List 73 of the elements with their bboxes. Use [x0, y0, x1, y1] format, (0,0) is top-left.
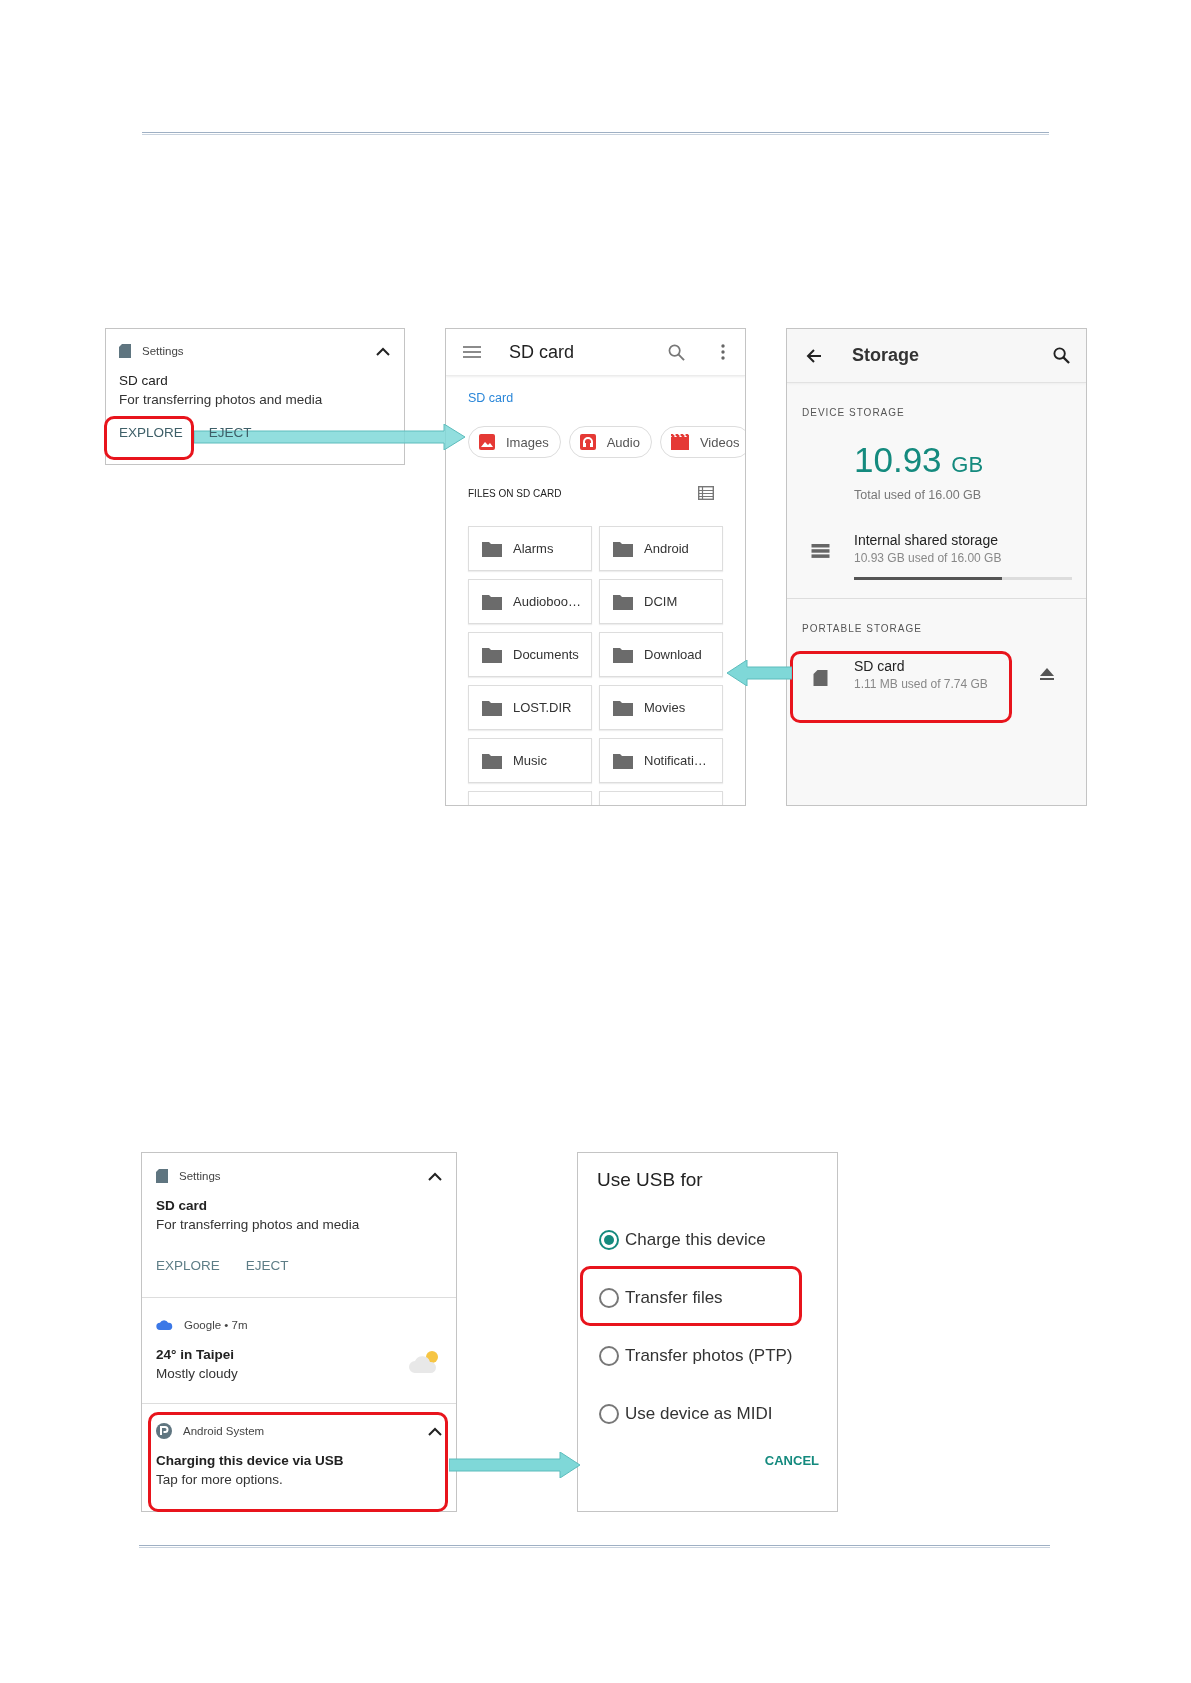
storage-title[interactable]: SD card	[854, 658, 1040, 674]
radio-option[interactable]: Charge this device	[597, 1211, 819, 1269]
category-chip[interactable]: Images	[468, 426, 561, 458]
notification-text: Mostly cloudy	[156, 1366, 238, 1381]
radio-option[interactable]: Transfer files	[597, 1269, 819, 1327]
cancel-button[interactable]: CANCEL	[764, 1453, 819, 1468]
clapperboard-icon	[670, 434, 689, 450]
folder-icon	[613, 646, 633, 663]
screen-title: SD card	[509, 341, 575, 363]
image-icon	[479, 434, 495, 450]
system-icon	[156, 1423, 172, 1439]
storage-title[interactable]: Internal shared storage	[854, 532, 1086, 548]
collapse-chevron-icon[interactable]	[376, 346, 390, 356]
folder-tile[interactable]: DCIM	[599, 579, 723, 624]
breadcrumb-link[interactable]: SD card	[468, 391, 514, 405]
app-name: Google • 7m	[184, 1319, 248, 1331]
sd-card-icon	[119, 344, 131, 358]
folder-tile[interactable]: Download	[599, 632, 723, 677]
notification-text: Tap for more options.	[156, 1472, 284, 1487]
app-name: Settings	[179, 1170, 221, 1182]
notification-title: SD card	[156, 1198, 209, 1213]
app-name: Android System	[183, 1425, 265, 1437]
folder-icon	[482, 752, 502, 769]
storage-detail: 1.11 MB used of 7.74 GB	[854, 677, 989, 691]
storage-detail: 10.93 GB used of 16.00 GB	[854, 551, 1003, 565]
notification-text: For transferring photos and media	[119, 392, 324, 407]
notification-title: 24° in Taipei	[156, 1347, 235, 1362]
collapse-chevron-icon[interactable]	[428, 1426, 442, 1436]
arrow	[726, 660, 792, 686]
back-arrow-icon[interactable]	[806, 347, 822, 364]
category-chip[interactable]: Videos	[659, 426, 745, 458]
category-chip[interactable]: Audio	[568, 426, 652, 458]
folder-icon	[482, 593, 502, 610]
folder-icon	[482, 699, 502, 716]
radio-option[interactable]: Use device as MIDI	[597, 1385, 819, 1443]
folder-icon	[482, 646, 502, 663]
used-storage-value: 10.93 GB	[854, 440, 985, 480]
section-header: DEVICE STORAGE	[802, 407, 906, 418]
explore-button[interactable]: EXPLORE	[156, 1258, 220, 1273]
search-icon[interactable]	[1053, 347, 1070, 364]
folder-icon	[482, 540, 502, 557]
folder-tile[interactable]: Audioboo…	[468, 579, 592, 624]
explore-button[interactable]: EXPLORE	[119, 425, 183, 440]
folder-icon	[613, 540, 633, 557]
screen-title: Storage	[852, 345, 920, 366]
folder-tile[interactable]: LOST.DIR	[468, 685, 592, 730]
folder-tile[interactable]: Android	[599, 526, 723, 571]
folder-tile[interactable]: Movies	[599, 685, 723, 730]
menu-icon[interactable]	[463, 346, 481, 358]
sd-card-icon	[156, 1169, 168, 1183]
app-name: Settings	[142, 345, 184, 357]
list-view-icon[interactable]	[698, 486, 714, 500]
headphones-icon	[579, 434, 596, 450]
dialog-title: Use USB for	[597, 1169, 704, 1191]
notification-title: Charging this device via USB	[156, 1453, 344, 1468]
radio-option[interactable]: Transfer photos (PTP)	[597, 1327, 819, 1385]
notification-title: SD card	[119, 373, 169, 388]
notification-text: For transferring photos and media	[156, 1217, 360, 1232]
collapse-chevron-icon[interactable]	[428, 1171, 442, 1181]
more-options-icon[interactable]	[721, 344, 725, 360]
eject-button[interactable]: EJECT	[245, 1258, 289, 1273]
folder-icon	[613, 593, 633, 610]
section-header: FILES ON SD CARD	[468, 487, 562, 499]
folder-tile[interactable]: Documents	[468, 632, 592, 677]
folder-tile[interactable]: Notificati…	[599, 738, 723, 783]
folder-tile[interactable]: Alarms	[468, 526, 592, 571]
section-header: PORTABLE STORAGE	[802, 623, 923, 634]
cloud-icon	[156, 1320, 173, 1330]
used-storage-caption: Total used of 16.00 GB	[854, 488, 983, 502]
eject-icon[interactable]	[1040, 668, 1054, 680]
folder-icon	[613, 699, 633, 716]
folder-icon	[613, 752, 633, 769]
folder-tile[interactable]: Music	[468, 738, 592, 783]
